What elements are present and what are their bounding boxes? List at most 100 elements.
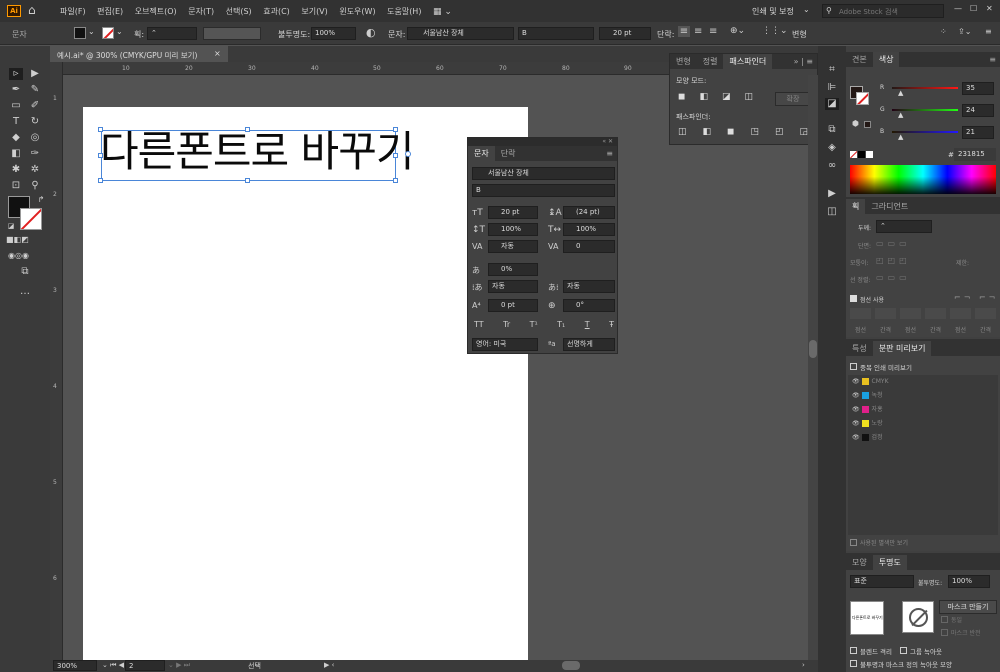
gradient-tool-icon[interactable]: ◧ <box>9 148 23 160</box>
eye-icon[interactable]: 👁 <box>852 417 860 431</box>
pathfinder-buttons[interactable]: ◫◧◼◳◰◲ <box>678 127 824 137</box>
next-artboard-icon[interactable]: ⌄ ▶ ⏭ <box>168 661 190 670</box>
invert-mask-checkbox[interactable] <box>941 629 948 636</box>
color-spectrum[interactable] <box>850 165 996 194</box>
color-mode-icon[interactable]: ■◧◩ <box>6 234 29 246</box>
char-font-family-dropdown[interactable]: 서울남산 장체 <box>472 167 615 180</box>
arrange-documents-icon[interactable]: ▦ ⌄ <box>433 7 452 17</box>
artboards-panel-icon[interactable]: ⌗ <box>825 64 839 76</box>
underline-button[interactable]: T <box>585 320 590 329</box>
menu-icon[interactable]: ≡ <box>985 27 992 36</box>
rotate-tool-icon[interactable]: ↻ <box>28 116 42 128</box>
artboard-tool-icon[interactable]: ⊡ <box>9 180 23 192</box>
links-panel-icon[interactable]: ∞ <box>825 160 839 172</box>
recolor-icon[interactable]: ◐ <box>366 26 376 39</box>
white-swatch[interactable] <box>866 151 873 158</box>
scroll-thumb[interactable] <box>809 340 817 358</box>
pen-tool-icon[interactable]: ✒ <box>9 84 23 96</box>
tab-paragraph[interactable]: 단락 <box>495 146 522 161</box>
text-threading-port[interactable] <box>405 151 411 157</box>
minimize-icon[interactable]: — <box>954 4 962 13</box>
menu-object[interactable]: 오브젝트(O) <box>135 6 177 17</box>
char-baseline-field[interactable]: 0 pt <box>488 299 538 312</box>
transform-panel-icon[interactable]: ⧉ <box>825 124 839 136</box>
scroll-right-icon[interactable]: › <box>802 661 805 669</box>
para-label[interactable]: 단락: <box>657 29 674 40</box>
align-panel-icon[interactable]: ⊫ <box>825 82 839 94</box>
swap-fill-stroke-icon[interactable]: ↱ <box>34 194 48 206</box>
fill-swatch[interactable] <box>74 27 86 39</box>
char-rotation-field[interactable]: 0° <box>563 299 615 312</box>
tab-separations-preview[interactable]: 분판 미리보기 <box>872 341 932 356</box>
menu-edit[interactable]: 편집(E) <box>97 6 123 17</box>
artboard-text[interactable]: 다른폰트로 바꾸기 <box>100 126 414 178</box>
more-tools-icon[interactable]: … <box>18 286 32 298</box>
channel-b-field[interactable]: 21 <box>962 126 994 139</box>
panel-menu-icon[interactable]: ≡ <box>989 55 996 64</box>
shape-builder-tool-icon[interactable]: ◎ <box>28 132 42 144</box>
transform-link[interactable]: 변형 <box>792 29 807 40</box>
small-caps-button[interactable]: Tr <box>503 320 510 329</box>
opacity-field[interactable]: 100% <box>311 27 356 40</box>
variable-width-field[interactable] <box>203 27 261 40</box>
mask-placeholder[interactable] <box>902 601 934 633</box>
char-tracking-field[interactable]: 0 <box>563 240 615 253</box>
opacity-mask-knockout-checkbox[interactable] <box>850 660 857 667</box>
status-mode[interactable]: 선택 <box>248 661 261 671</box>
dashed-checkbox[interactable] <box>850 295 857 302</box>
zoom-tool-icon[interactable]: ⚲ <box>28 180 42 192</box>
eye-icon[interactable]: 👁 <box>852 431 860 445</box>
tab-pathfinder[interactable]: 패스파인더 <box>723 54 773 69</box>
ink-row[interactable]: 👁 녹청 <box>848 389 998 403</box>
bbox-handle[interactable] <box>98 153 103 158</box>
char-label[interactable]: 문자: <box>388 29 405 40</box>
default-colors-icon[interactable]: ◪ <box>4 220 18 232</box>
overprint-checkbox[interactable] <box>850 363 857 370</box>
rectangle-tool-icon[interactable]: ▭ <box>9 100 23 112</box>
first-artboard-icon[interactable]: ⌄ ⏮ ◀ <box>102 661 124 670</box>
char-tsume-field[interactable]: 0% <box>488 263 538 276</box>
screen-mode-icon[interactable]: ⧉ <box>18 266 32 278</box>
black-swatch[interactable] <box>858 151 865 158</box>
stroke-weight-field[interactable]: ⌃ <box>147 27 197 40</box>
eye-icon[interactable]: 👁 <box>852 389 860 403</box>
curvature-tool-icon[interactable]: ✎ <box>28 84 42 96</box>
tab-color[interactable]: 색상 <box>872 52 900 67</box>
font-size-field[interactable]: 20 pt <box>599 27 651 40</box>
slider-thumb[interactable]: ▲ <box>898 133 903 141</box>
bbox-handle[interactable] <box>245 178 250 183</box>
tab-swatches[interactable]: 견본 <box>846 52 873 67</box>
stock-search[interactable]: ⚲ Adobe Stock 검색 <box>822 4 944 18</box>
cap-buttons[interactable]: ▭▭▭ <box>876 239 911 248</box>
pathfinder-panel-icon[interactable]: ◪ <box>825 98 839 110</box>
tab-transform[interactable]: 변형 <box>670 54 697 69</box>
clip-checkbox[interactable] <box>941 616 948 623</box>
cube-icon[interactable]: ⬢ <box>852 119 859 128</box>
expand-button[interactable]: 확장 <box>775 92 811 106</box>
properties-panel-icon[interactable]: ◫ <box>825 206 839 218</box>
maximize-icon[interactable]: ☐ <box>970 4 977 13</box>
isolate-blend-checkbox[interactable] <box>850 647 857 654</box>
font-family-dropdown[interactable]: 서울남산 장체 <box>407 27 514 40</box>
warp-icon[interactable]: ⊕⌄ <box>730 26 745 36</box>
menu-select[interactable]: 선택(S) <box>226 6 252 17</box>
corner-buttons[interactable]: ◰◰◰ <box>876 256 911 265</box>
dash-align-buttons[interactable]: ⌐¬ ⌐¬ <box>954 293 998 302</box>
tab-attributes[interactable]: 특성 <box>846 341 873 356</box>
subscript-button[interactable]: T₁ <box>557 320 565 329</box>
char-kerning-field[interactable]: 자동 <box>488 240 538 253</box>
tab-appearance[interactable]: 모양 <box>846 555 873 570</box>
channel-r-field[interactable]: 35 <box>962 82 994 95</box>
char-leading-field[interactable]: (24 pt) <box>563 206 615 219</box>
paintbrush-tool-icon[interactable]: ✐ <box>28 100 42 112</box>
menu-file[interactable]: 파일(F) <box>60 6 86 17</box>
eye-icon[interactable]: 👁 <box>852 375 860 389</box>
align-stroke-buttons[interactable]: ▭▭▭ <box>876 273 911 282</box>
menu-view[interactable]: 보기(V) <box>301 6 327 17</box>
ink-row[interactable]: 👁 자홍 <box>848 403 998 417</box>
char-size-field[interactable]: 20 pt <box>488 206 538 219</box>
direct-selection-tool-icon[interactable]: ▶ <box>28 68 42 80</box>
char-aki-left-dropdown[interactable]: 자동 <box>488 280 538 293</box>
chevron-down-icon[interactable]: ⌄ <box>88 27 95 36</box>
align-right-icon[interactable]: ≡ <box>709 26 717 37</box>
